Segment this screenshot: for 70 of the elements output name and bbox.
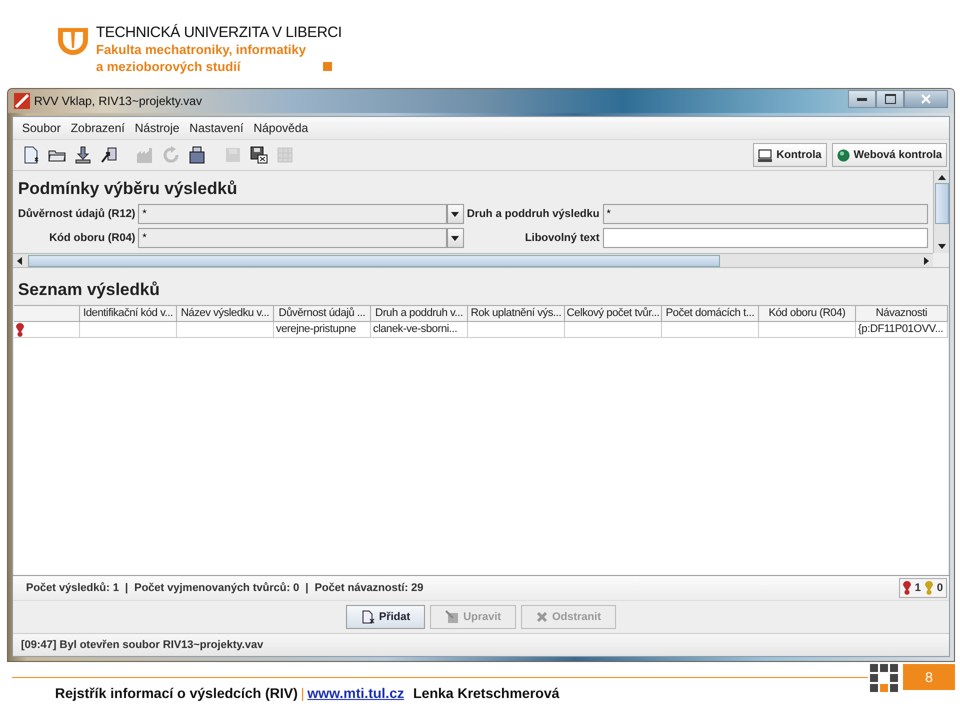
column-header[interactable]: Identifikační kód v... — [80, 306, 177, 322]
column-header[interactable]: Název výsledku v... — [177, 306, 274, 322]
vertical-scrollbar[interactable] — [933, 171, 949, 253]
text-field[interactable] — [602, 228, 928, 248]
column-header[interactable]: Celkový počet tvůr... — [565, 306, 662, 322]
delete-icon — [536, 611, 548, 623]
menu-item[interactable]: Nastavení — [184, 121, 248, 135]
column-header[interactable]: Druh a poddruh v... — [371, 306, 468, 322]
edit-icon — [445, 610, 460, 624]
column-header[interactable]: Rok uplatnění výs... — [468, 306, 565, 322]
minimize-button[interactable] — [848, 90, 876, 108]
toolbar-button[interactable]: Kontrola — [753, 143, 827, 167]
combo-field[interactable]: * — [138, 228, 447, 248]
download-icon — [73, 145, 93, 165]
close-icon — [921, 94, 931, 104]
floppy-icon — [223, 145, 243, 165]
dropdown-button[interactable] — [446, 228, 464, 248]
export-icon — [99, 145, 119, 165]
column-header[interactable]: Důvěrnost údajů ... — [274, 306, 371, 322]
refresh-icon — [161, 145, 181, 165]
field-label: Kód oboru (R04) — [48, 232, 136, 244]
counter-value: 0 — [936, 582, 943, 594]
status-text: Počet výsledků: 1 | Počet vyjmenovaných tvůrců: 0 | Počet návazností: 29 — [26, 582, 424, 594]
author-name: Lenka Kretschmerová — [413, 685, 560, 701]
column-header[interactable]: Kód oboru (R04) — [759, 306, 856, 322]
window-title: RVV Vklap, RIV13~projekty.vav — [34, 94, 202, 108]
footer-title: Rejstřík informací o výsledcích (RIV) — [55, 685, 298, 701]
square-icon — [323, 62, 332, 71]
action-button[interactable]: Přidat — [346, 605, 426, 629]
text-field[interactable]: * — [602, 204, 928, 224]
factory-icon — [135, 145, 155, 165]
university-name: TECHNICKÁ UNIVERZITA V LIBERCI — [96, 24, 342, 41]
field-label: Libovolný text — [524, 232, 600, 244]
floppy-icon — [249, 145, 269, 165]
counter-value: 1 — [914, 582, 921, 594]
table-cell: clanek-ve-sborni... — [371, 322, 468, 338]
dropdown-button[interactable] — [446, 204, 464, 224]
section-title: Podmínky výběru výsledků — [18, 179, 238, 199]
maximize-icon — [884, 94, 896, 104]
computer-icon — [758, 148, 772, 162]
section-title: Seznam výsledků — [17, 280, 161, 300]
horizontal-scrollbar[interactable] — [13, 253, 933, 267]
box-icon — [187, 145, 207, 165]
page-number: 8 — [903, 664, 955, 690]
menu-item[interactable]: Soubor — [17, 121, 66, 135]
table-cell: verejne-pristupne — [274, 322, 371, 338]
table-cell: {p:DF11P01OVV... — [856, 322, 948, 338]
field-label: Důvěrnost údajů (R12) — [18, 208, 136, 220]
website-link[interactable]: www.mti.tul.cz — [307, 685, 404, 701]
app-icon — [14, 93, 30, 109]
faculty-name: a mezioborových studií — [96, 58, 240, 75]
status-message: [09:47] Byl otevřen soubor RIV13~projekty.vav — [21, 639, 264, 651]
document-icon — [361, 610, 375, 624]
grid-icon — [275, 145, 295, 165]
column-header[interactable]: Návaznosti — [856, 306, 948, 322]
table-row[interactable]: verejne-pristupne clanek-ve-sborni... {p:DF11P01OVV... — [14, 322, 948, 338]
menu-item[interactable]: Zobrazení — [66, 121, 130, 135]
globe-icon — [836, 148, 850, 162]
combo-field[interactable]: * — [138, 204, 447, 224]
field-label: Druh a poddruh výsledku — [466, 208, 600, 220]
faculty-name: Fakulta mechatroniky, informatiky — [96, 41, 307, 58]
separator-mark: | — [300, 685, 304, 701]
toolbar-button[interactable]: Webová kontrola — [832, 143, 947, 167]
minimize-icon — [857, 98, 867, 100]
maximize-button[interactable] — [876, 90, 904, 108]
menu-item[interactable]: Nápověda — [248, 121, 314, 135]
column-header[interactable]: Počet domácích t... — [662, 306, 759, 322]
squares-logo-icon — [870, 664, 898, 692]
menu-item[interactable]: Nástroje — [130, 121, 184, 135]
university-logo-icon — [56, 26, 90, 58]
